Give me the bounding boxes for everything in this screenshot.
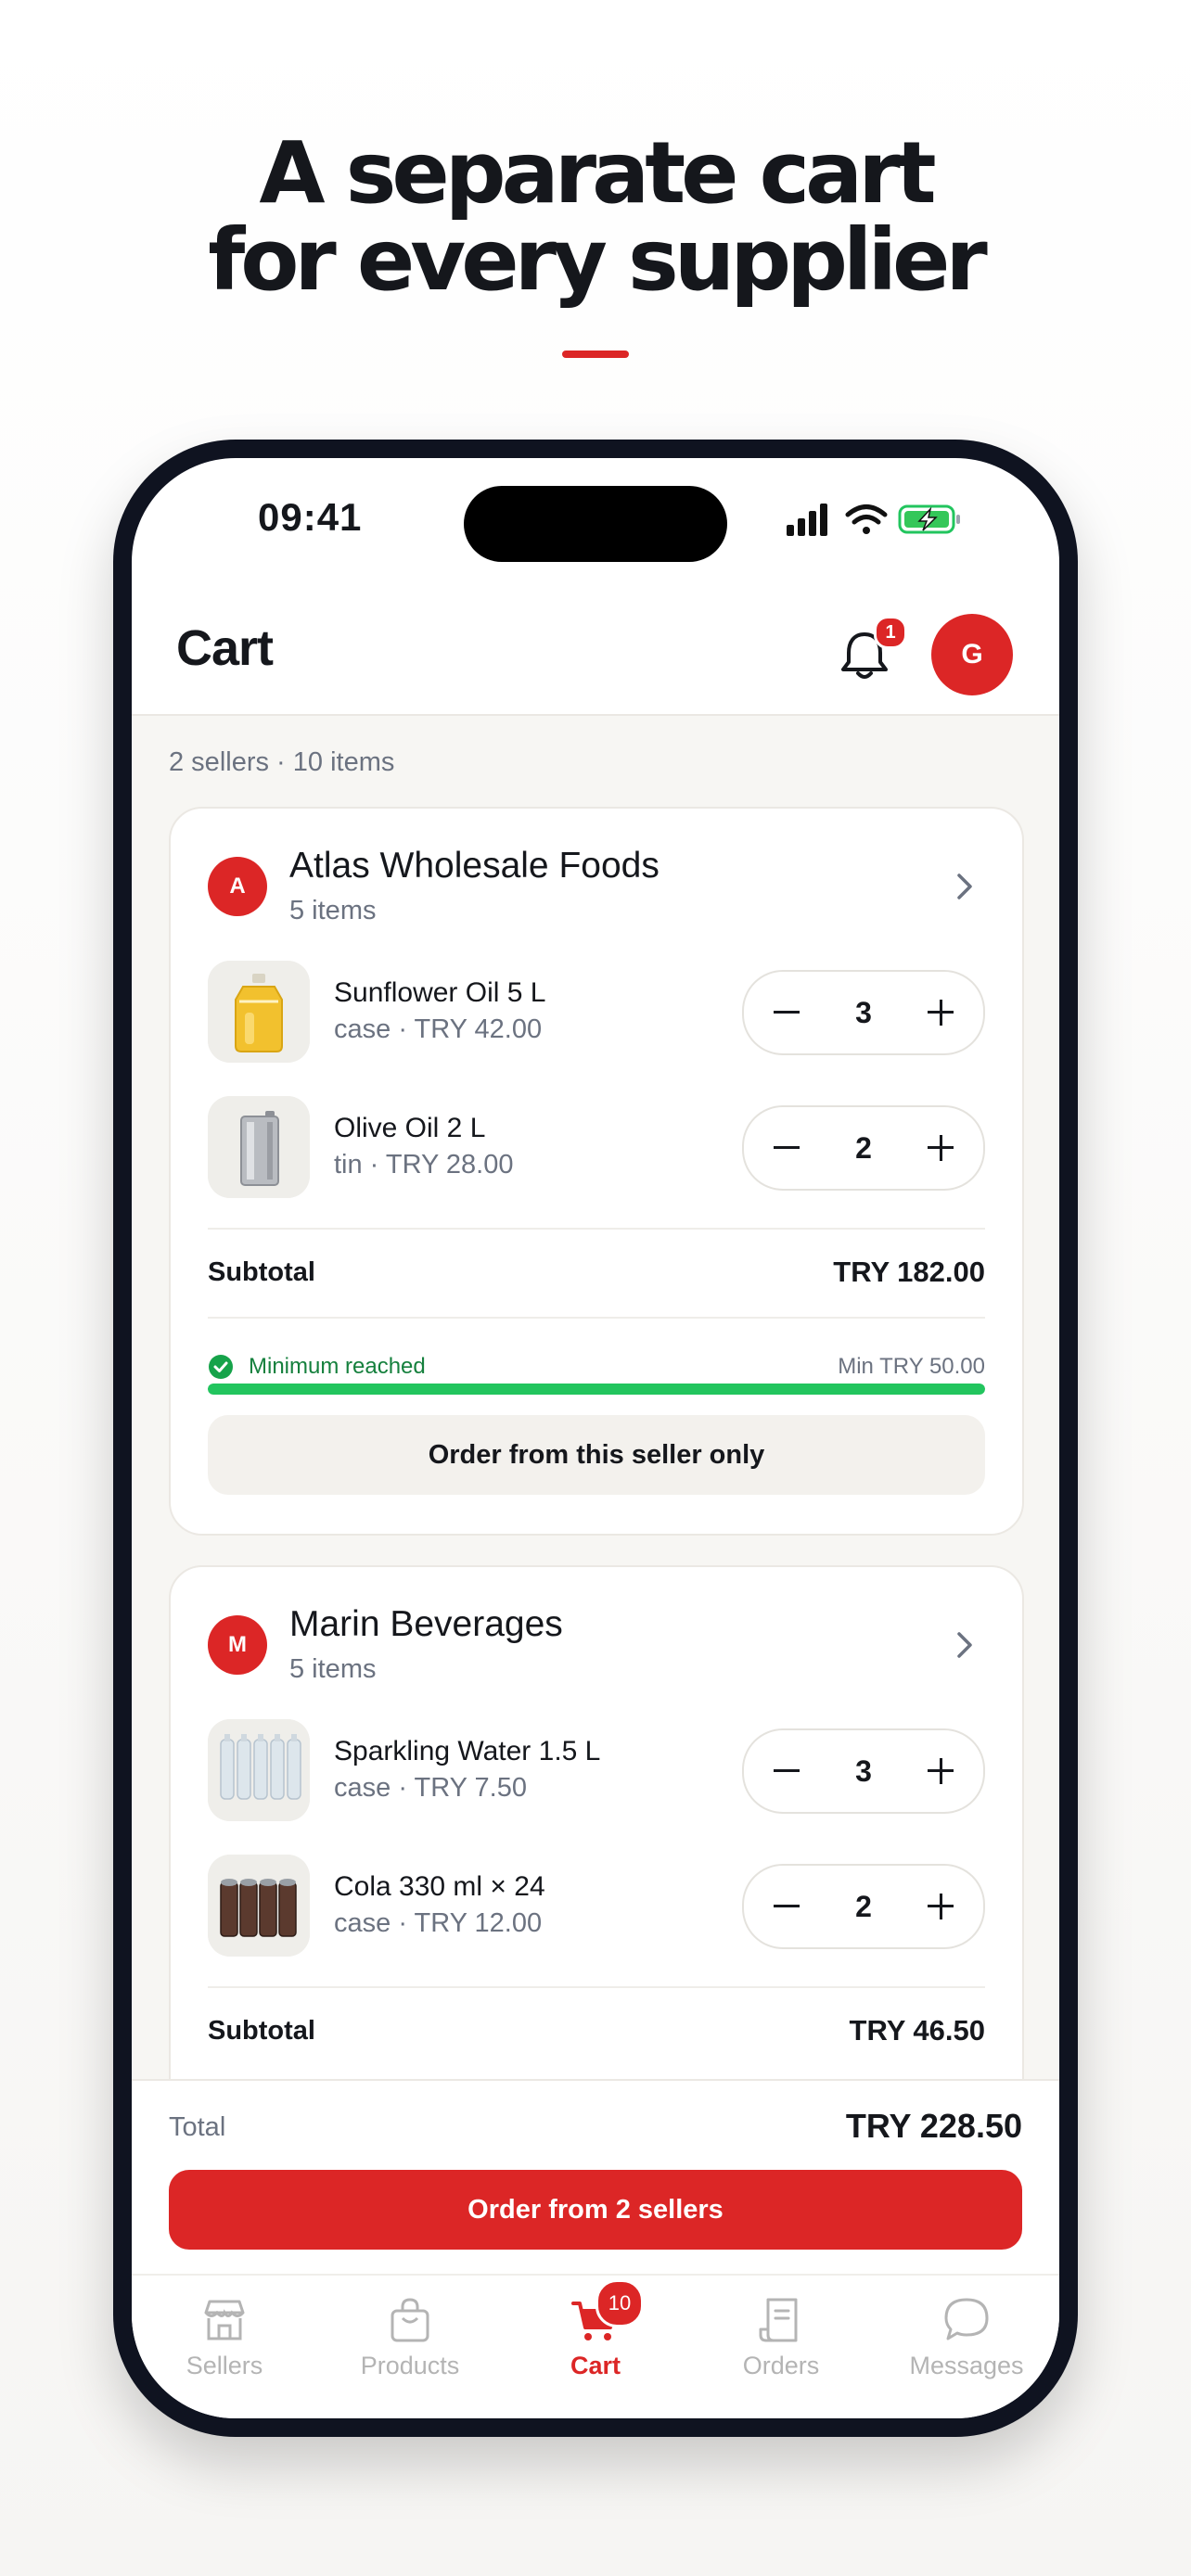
item-name: Olive Oil 2 L (334, 1113, 486, 1143)
status-time: 09:41 (258, 495, 363, 539)
sunflower-oil-bottle-icon (208, 961, 310, 1063)
cart-count-badge: 10 (596, 2279, 644, 2327)
item-unit-price: tin · TRY 28.00 (334, 1150, 514, 1180)
tab-label: Orders (742, 2352, 820, 2379)
dynamic-island (464, 486, 727, 562)
olive-oil-tin-icon (208, 1096, 310, 1198)
increase-button[interactable] (903, 972, 978, 1053)
item-quantity: 2 (855, 1890, 872, 1923)
divider (208, 1317, 985, 1319)
seller-avatar: A (208, 857, 267, 916)
item-unit-price: case · TRY 12.00 (334, 1908, 543, 1938)
minimum-required: Min TRY 50.00 (838, 1354, 985, 1379)
notification-badge: 1 (874, 616, 907, 649)
minimum-progress-fill (208, 1384, 985, 1395)
tab-bar: Sellers Products 10 Cart Orders Messages (132, 2274, 1059, 2418)
item-quantity: 3 (855, 1754, 872, 1788)
quantity-stepper: 3 (742, 1728, 985, 1814)
seller-avatar: M (208, 1615, 267, 1675)
cart-header: Cart 1 G (132, 580, 1059, 716)
total-value: TRY 228.50 (845, 2107, 1022, 2145)
cart-item: Cola 330 ml × 24 case · TRY 12.00 2 (208, 1855, 985, 1958)
tab-orders[interactable]: Orders (688, 2276, 874, 2415)
tab-products[interactable]: Products (317, 2276, 503, 2415)
tab-cart[interactable]: 10 Cart (503, 2276, 688, 2415)
minimum-order-row: Minimum reached Min TRY 50.00 (208, 1350, 985, 1387)
seller-name[interactable]: Marin Beverages (289, 1604, 563, 1645)
marketing-headline: A separate cart for every supplier (0, 130, 1191, 304)
seller-item-count: 5 items (289, 896, 377, 925)
chat-icon (944, 2298, 989, 2340)
item-name: Sparkling Water 1.5 L (334, 1736, 601, 1766)
decrease-button[interactable] (749, 1866, 824, 1947)
chevron-right-icon[interactable] (954, 1628, 976, 1662)
water-bottles-icon (208, 1719, 310, 1821)
checkout-panel: Total TRY 228.50 Order from 2 sellers Se… (132, 2079, 1059, 2418)
headline-accent-bar (562, 351, 629, 358)
chevron-right-icon[interactable] (954, 870, 976, 903)
item-quantity: 3 (855, 996, 872, 1029)
cart-item: Sunflower Oil 5 L case · TRY 42.00 3 (208, 961, 985, 1065)
tab-label: Products (360, 2352, 460, 2379)
tab-messages[interactable]: Messages (874, 2276, 1059, 2415)
battery-charging-icon (898, 504, 960, 534)
seller-card: M Marin Beverages 5 items Sparkling Wate… (169, 1565, 1024, 2079)
decrease-button[interactable] (749, 1107, 824, 1189)
page-title: Cart (176, 620, 274, 676)
item-name: Cola 330 ml × 24 (334, 1871, 545, 1902)
subtotal-value: TRY 182.00 (833, 1256, 985, 1288)
status-icons (787, 504, 960, 536)
decrease-button[interactable] (749, 972, 824, 1053)
minimum-progress-bar (208, 1384, 985, 1395)
minimum-status: Minimum reached (249, 1354, 426, 1379)
divider (208, 1986, 985, 1988)
quantity-stepper: 2 (742, 1864, 985, 1949)
order-seller-button[interactable]: Order from this seller only (208, 1415, 985, 1495)
cart-summary: 2 sellers · 10 items (169, 747, 395, 777)
headline-line-1: A separate cart (259, 123, 936, 223)
subtotal-label: Subtotal (208, 2016, 315, 2046)
seller-card: A Atlas Wholesale Foods 5 items Sunflowe… (169, 807, 1024, 1536)
check-circle-icon (209, 1355, 233, 1379)
tab-label: Messages (909, 2352, 1024, 2379)
tab-sellers[interactable]: Sellers (132, 2276, 317, 2415)
user-avatar[interactable]: G (931, 614, 1013, 695)
cola-cans-icon (208, 1855, 310, 1957)
item-unit-price: case · TRY 7.50 (334, 1773, 527, 1803)
decrease-button[interactable] (749, 1730, 824, 1812)
divider (208, 1228, 985, 1230)
wifi-icon (845, 504, 888, 534)
total-label: Total (169, 2112, 226, 2142)
quantity-stepper: 2 (742, 1105, 985, 1191)
increase-button[interactable] (903, 1866, 978, 1947)
quantity-stepper: 3 (742, 970, 985, 1055)
increase-button[interactable] (903, 1107, 978, 1189)
item-name: Sunflower Oil 5 L (334, 977, 546, 1008)
subtotal-value: TRY 46.50 (849, 2014, 985, 2047)
item-quantity: 2 (855, 1131, 872, 1165)
bag-icon (391, 2298, 429, 2342)
phone-frame: 09:41 Cart 1 G 2 sellers · 10 items A At… (113, 440, 1078, 2437)
receipt-icon (759, 2298, 798, 2342)
cart-item: Sparkling Water 1.5 L case · TRY 7.50 3 (208, 1719, 985, 1823)
increase-button[interactable] (903, 1730, 978, 1812)
seller-item-count: 5 items (289, 1654, 377, 1684)
tab-label: Cart (570, 2352, 621, 2379)
subtotal-label: Subtotal (208, 1257, 315, 1287)
store-icon (204, 2300, 245, 2340)
headline-line-2: for every supplier (208, 210, 988, 310)
cart-item: Olive Oil 2 L tin · TRY 28.00 2 (208, 1096, 985, 1200)
cart-content[interactable]: 2 sellers · 10 items A Atlas Wholesale F… (132, 716, 1059, 2079)
seller-name[interactable]: Atlas Wholesale Foods (289, 846, 660, 886)
signal-icon (787, 504, 827, 536)
phone-screen: 09:41 Cart 1 G 2 sellers · 10 items A At… (132, 458, 1059, 2418)
item-unit-price: case · TRY 42.00 (334, 1014, 543, 1044)
order-all-button[interactable]: Order from 2 sellers (169, 2170, 1022, 2250)
tab-label: Sellers (186, 2352, 263, 2379)
